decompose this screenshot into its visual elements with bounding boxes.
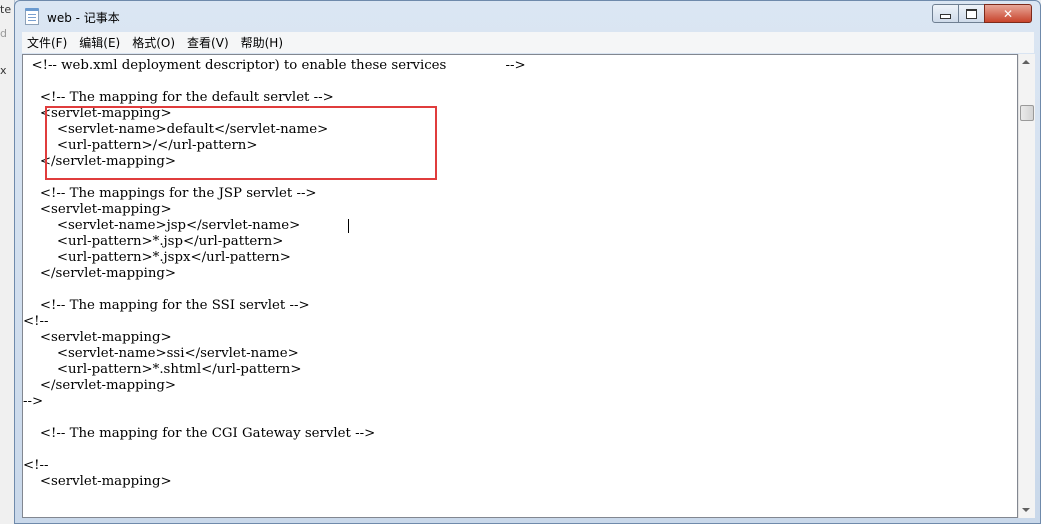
close-button[interactable]: ✕ — [984, 4, 1032, 23]
background-text-fragment: d — [0, 27, 7, 40]
window-title: web - 记事本 — [47, 11, 120, 25]
text-line: <servlet-name>jsp</servlet-name> — [23, 218, 301, 233]
text-line: <url-pattern>/</url-pattern> — [23, 138, 258, 153]
notepad-window: web - 记事本 ✕ 文件(F) 编辑(E) 格式(O) 查看(V) 帮助(H… — [14, 0, 1041, 524]
background-window-edge: te d x — [0, 0, 15, 524]
text-line: <!-- The mapping for the default servlet… — [23, 90, 334, 105]
background-text-fragment: x — [0, 64, 7, 77]
background-text-fragment: te — [0, 3, 12, 16]
scrollbar-thumb[interactable] — [1020, 105, 1034, 121]
scroll-up-arrow-icon[interactable] — [1022, 60, 1030, 64]
text-line: </servlet-mapping> — [23, 154, 177, 169]
text-line: <!-- — [23, 314, 49, 329]
text-line: --> — [23, 394, 44, 409]
text-line: </servlet-mapping> — [23, 378, 177, 393]
text-editor[interactable]: <!-- web.xml deployment descriptor) to e… — [22, 54, 1018, 518]
text-line: <servlet-name>default</servlet-name> — [23, 122, 329, 137]
vertical-scrollbar[interactable] — [1018, 54, 1035, 518]
title-bar[interactable]: web - 记事本 ✕ — [15, 1, 1040, 32]
menu-view[interactable]: 查看(V) — [182, 34, 234, 51]
menu-format[interactable]: 格式(O) — [127, 34, 180, 51]
text-line: <servlet-mapping> — [23, 106, 172, 121]
text-line: <!-- web.xml deployment descriptor) to e… — [23, 58, 526, 73]
menu-bar: 文件(F) 编辑(E) 格式(O) 查看(V) 帮助(H) — [22, 32, 1034, 53]
text-line: <!-- The mapping for the CGI Gateway ser… — [23, 426, 376, 441]
text-line: <servlet-mapping> — [23, 202, 172, 217]
scroll-down-arrow-icon[interactable] — [1022, 508, 1030, 512]
close-icon: ✕ — [1002, 6, 1014, 21]
minimize-button[interactable] — [932, 4, 959, 23]
text-line: <!-- The mappings for the JSP servlet --… — [23, 186, 317, 201]
text-line: <!-- The mapping for the SSI servlet --> — [23, 298, 310, 313]
menu-help[interactable]: 帮助(H) — [236, 34, 288, 51]
notepad-icon[interactable] — [25, 8, 39, 25]
text-cursor — [348, 219, 349, 233]
minimize-icon — [940, 14, 951, 19]
maximize-icon — [966, 8, 977, 19]
menu-file[interactable]: 文件(F) — [22, 34, 72, 51]
maximize-button[interactable] — [958, 4, 985, 23]
text-line: <!-- — [23, 458, 49, 473]
text-line: <url-pattern>*.jsp</url-pattern> — [23, 234, 284, 249]
text-line: <servlet-mapping> — [23, 330, 172, 345]
text-line: <servlet-mapping> — [23, 474, 172, 489]
text-line: <servlet-name>ssi</servlet-name> — [23, 346, 299, 361]
text-line: <url-pattern>*.shtml</url-pattern> — [23, 362, 302, 377]
text-line: <url-pattern>*.jspx</url-pattern> — [23, 250, 291, 265]
text-line: </servlet-mapping> — [23, 266, 177, 281]
menu-edit[interactable]: 编辑(E) — [74, 34, 125, 51]
